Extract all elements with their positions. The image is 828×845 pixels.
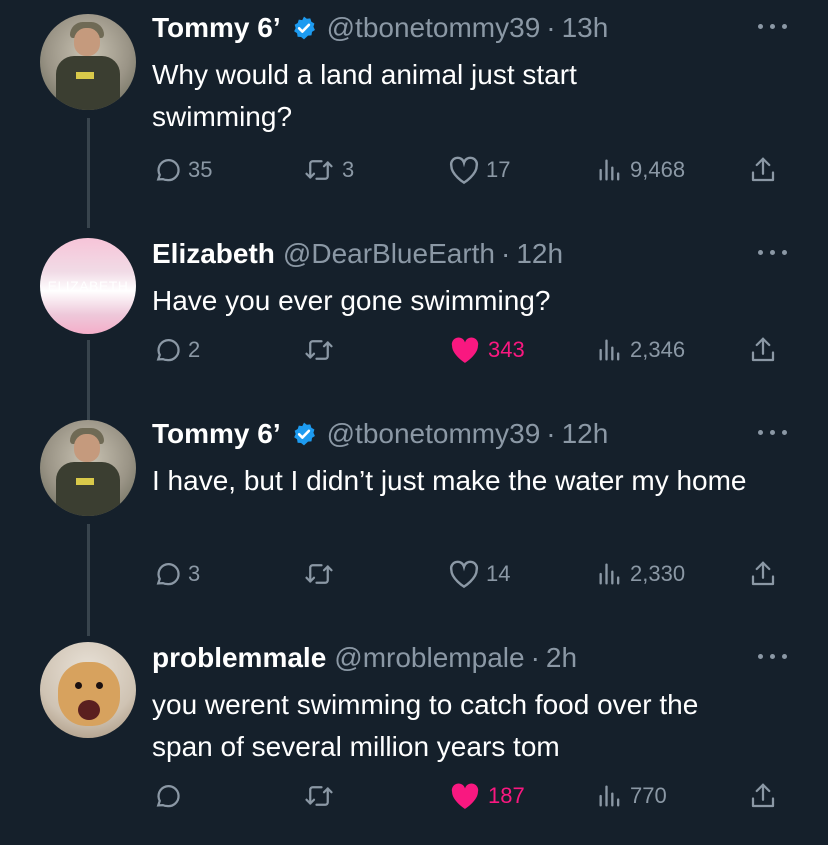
- view-count: 770: [630, 783, 667, 808]
- like-button[interactable]: 17: [448, 152, 510, 188]
- timestamp[interactable]: 13h: [562, 12, 609, 44]
- tweet-header: Tommy 6’ @tbonetommy39 · 13h: [152, 12, 608, 44]
- views-icon: [599, 563, 620, 585]
- views-button[interactable]: 2,346: [596, 332, 685, 368]
- share-button[interactable]: [748, 556, 778, 592]
- share-button[interactable]: [748, 152, 778, 188]
- reply-icon: [156, 785, 180, 808]
- display-name[interactable]: problemmale: [152, 642, 326, 674]
- verified-badge-icon: [293, 16, 315, 40]
- separator-dot: ·: [546, 12, 556, 43]
- heart-icon: [449, 560, 479, 589]
- like-button[interactable]: 187: [448, 778, 525, 814]
- avatar[interactable]: [40, 420, 136, 516]
- separator-dot: ·: [530, 642, 540, 673]
- like-count: 17: [486, 157, 511, 182]
- action-bar: 3 14 2,330: [152, 556, 792, 592]
- more-options-icon[interactable]: [758, 426, 788, 438]
- reply-button[interactable]: 3: [152, 556, 200, 592]
- separator-dot: ·: [546, 418, 556, 449]
- action-bar: 2 343 2,346: [152, 332, 792, 368]
- retweet-icon: [305, 340, 333, 360]
- verified-badge-icon: [293, 422, 315, 446]
- retweet-button[interactable]: [302, 778, 342, 814]
- timestamp[interactable]: 2h: [546, 642, 577, 674]
- tweet-text: I have, but I didn’t just make the water…: [152, 465, 747, 496]
- share-button[interactable]: [748, 332, 778, 368]
- heart-filled-icon: [451, 783, 479, 809]
- action-bar: 187 770: [152, 778, 792, 814]
- view-count: 9,468: [630, 157, 686, 182]
- tweet[interactable]: Tommy 6’ @tbonetommy39 · 13h Why would a…: [0, 0, 828, 228]
- reply-button[interactable]: 2: [152, 332, 200, 368]
- reply-count: 35: [188, 157, 213, 182]
- action-bar: 35 3 17 9,468: [152, 152, 792, 188]
- share-icon: [751, 157, 775, 182]
- tweet-text: you werent swimming to catch food over t…: [152, 689, 699, 762]
- handle[interactable]: @tbonetommy39: [327, 418, 541, 450]
- avatar[interactable]: [40, 642, 136, 738]
- views-button[interactable]: 2,330: [596, 556, 685, 592]
- reply-count: 3: [188, 561, 201, 586]
- handle[interactable]: @DearBlueEarth: [283, 238, 495, 270]
- like-button[interactable]: 343: [448, 332, 525, 368]
- thread-line: [87, 118, 90, 228]
- handle[interactable]: @mroblempale: [334, 642, 524, 674]
- retweet-button[interactable]: [302, 332, 342, 368]
- views-icon: [599, 785, 620, 807]
- thread-line: [87, 524, 90, 636]
- reply-count: 2: [188, 337, 201, 362]
- like-count: 14: [486, 561, 511, 586]
- more-options-icon[interactable]: [758, 20, 788, 32]
- reply-icon: [156, 563, 180, 586]
- retweet-icon: [305, 786, 333, 806]
- share-button[interactable]: [748, 778, 778, 814]
- display-name[interactable]: Elizabeth: [152, 238, 275, 270]
- views-icon: [599, 159, 620, 181]
- timestamp[interactable]: 12h: [516, 238, 563, 270]
- tweet[interactable]: Tommy 6’ @tbonetommy39 · 12h I have, but…: [0, 406, 828, 636]
- tweet[interactable]: problemmale @mroblempale · 2h you werent…: [0, 630, 828, 845]
- share-icon: [751, 337, 775, 362]
- handle[interactable]: @tbonetommy39: [327, 12, 541, 44]
- avatar[interactable]: [40, 14, 136, 110]
- like-button[interactable]: 14: [448, 556, 510, 592]
- retweet-icon: [305, 564, 333, 584]
- reply-button[interactable]: 35: [152, 152, 212, 188]
- retweet-count: 3: [342, 157, 355, 182]
- heart-filled-icon: [451, 337, 479, 363]
- retweet-icon: [305, 160, 333, 180]
- heart-icon: [449, 156, 479, 185]
- share-icon: [751, 561, 775, 586]
- like-count: 343: [488, 337, 525, 362]
- retweet-button[interactable]: [302, 556, 342, 592]
- tweet-header: Elizabeth @DearBlueEarth · 12h: [152, 238, 563, 270]
- timestamp[interactable]: 12h: [562, 418, 609, 450]
- tweet-text: Have you ever gone swimming?: [152, 285, 551, 316]
- views-button[interactable]: 9,468: [596, 152, 685, 188]
- share-icon: [751, 783, 775, 808]
- retweet-button[interactable]: 3: [302, 152, 354, 188]
- tweet-text: Why would a land animal just start swimm…: [152, 59, 577, 132]
- avatar-text: ELIZABETH: [47, 278, 129, 294]
- view-count: 2,330: [630, 561, 686, 586]
- separator-dot: ·: [501, 238, 511, 269]
- display-name[interactable]: Tommy 6’: [152, 12, 281, 44]
- view-count: 2,346: [630, 337, 686, 362]
- more-options-icon[interactable]: [758, 650, 788, 662]
- tweet-header: Tommy 6’ @tbonetommy39 · 12h: [152, 418, 608, 450]
- tweet-header: problemmale @mroblempale · 2h: [152, 642, 577, 674]
- reply-icon: [156, 339, 180, 362]
- reply-icon: [156, 159, 180, 182]
- reply-button[interactable]: [152, 778, 188, 814]
- avatar[interactable]: ELIZABETH: [40, 238, 136, 334]
- tweet[interactable]: ELIZABETH Elizabeth @DearBlueEarth · 12h…: [0, 226, 828, 420]
- like-count: 187: [488, 783, 525, 808]
- views-icon: [599, 339, 620, 361]
- display-name[interactable]: Tommy 6’: [152, 418, 281, 450]
- more-options-icon[interactable]: [758, 246, 788, 258]
- views-button[interactable]: 770: [596, 778, 667, 814]
